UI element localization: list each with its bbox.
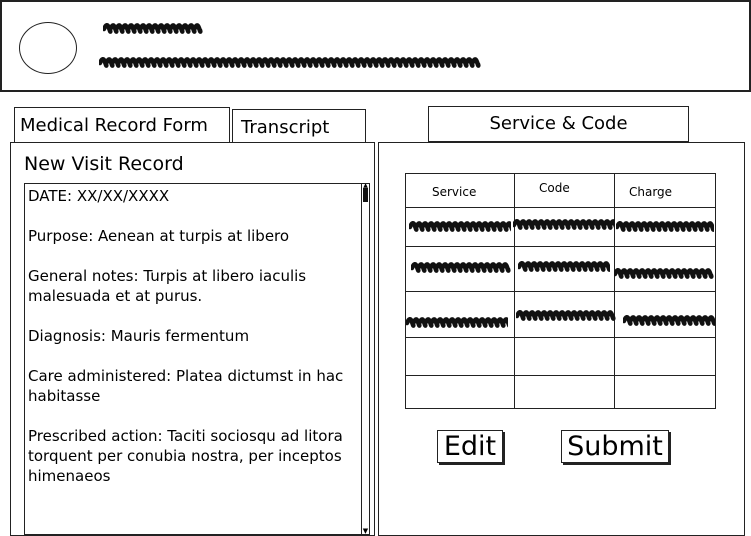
header-name-scribble xyxy=(103,22,203,34)
avatar xyxy=(19,22,77,74)
table-cell-scribble xyxy=(409,220,511,232)
column-header-code: Code xyxy=(539,181,570,195)
visit-record-textarea[interactable]: DATE: XX/XX/XXXX Purpose: Aenean at turp… xyxy=(24,183,370,535)
edit-button[interactable]: Edit xyxy=(437,430,503,463)
table-cell-scribble xyxy=(616,220,714,232)
column-header-charge: Charge xyxy=(629,185,673,199)
visit-record-panel: New Visit Record DATE: XX/XX/XXXX Purpos… xyxy=(10,142,375,536)
scroll-down-arrow-icon[interactable]: ▼ xyxy=(362,528,369,535)
service-code-panel: Service Code Charge xyxy=(378,142,745,536)
table-cell-scribble xyxy=(623,314,715,326)
record-entry-diagnosis: Diagnosis: Mauris fermentum xyxy=(28,327,250,345)
header-details-scribble xyxy=(99,56,481,68)
record-entry-date: DATE: XX/XX/XXXX xyxy=(28,187,170,205)
record-scrollbar[interactable]: ▲ ▼ xyxy=(361,184,369,534)
tab-transcript[interactable]: Transcript xyxy=(232,109,366,143)
table-cell-scribble xyxy=(406,316,508,328)
record-entry-purpose: Purpose: Aenean at turpis at libero xyxy=(28,227,290,245)
table-cell-scribble xyxy=(518,260,610,272)
record-entry-prescribed-action: Prescribed action: Taciti sociosqu ad li… xyxy=(28,427,343,485)
record-entry-general-notes: General notes: Turpis at libero iaculis … xyxy=(28,267,307,305)
tab-medical-record-form[interactable]: Medical Record Form xyxy=(14,107,230,143)
table-cell-scribble xyxy=(411,261,511,273)
table-cell-scribble xyxy=(513,218,615,230)
submit-button[interactable]: Submit xyxy=(561,430,669,463)
table-cell-scribble xyxy=(516,309,616,321)
table-cell-scribble xyxy=(614,267,714,279)
column-header-service: Service xyxy=(432,185,477,199)
header-bar xyxy=(0,0,751,92)
scroll-thumb[interactable] xyxy=(363,188,368,202)
tab-service-code[interactable]: Service & Code xyxy=(428,106,689,142)
form-title: New Visit Record xyxy=(24,153,184,175)
record-entry-care-administered: Care administered: Platea dictumst in ha… xyxy=(28,367,344,405)
service-table: Service Code Charge xyxy=(405,173,716,409)
